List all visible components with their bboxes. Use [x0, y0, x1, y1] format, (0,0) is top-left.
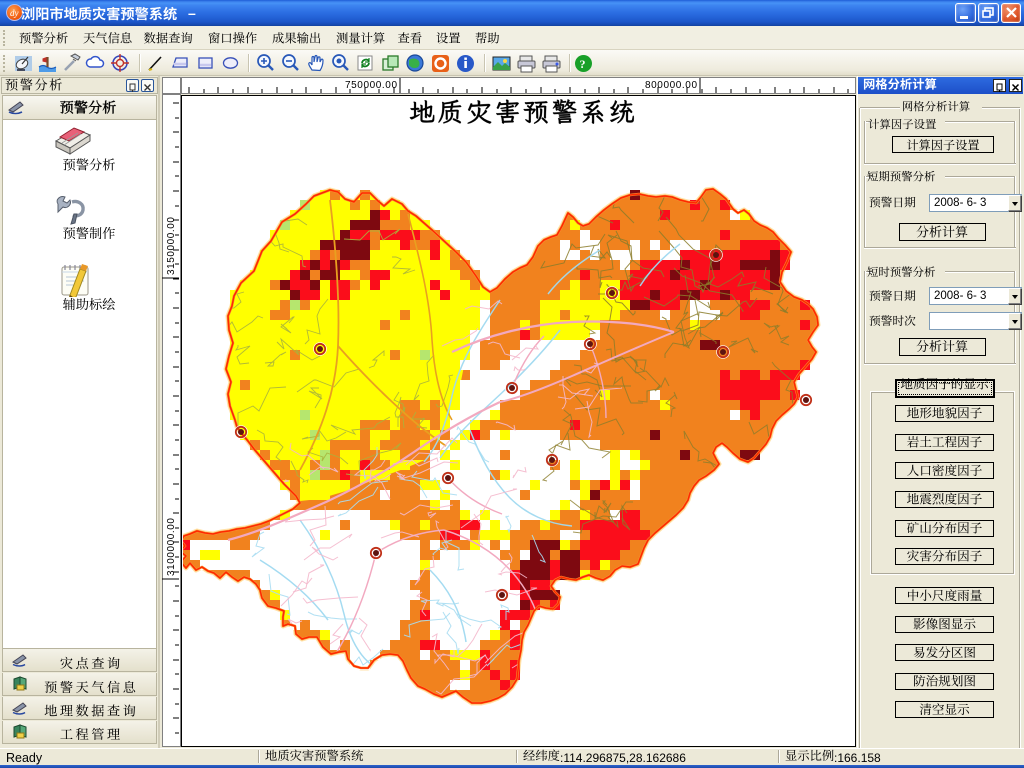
svg-text:?: ? [580, 57, 586, 71]
svg-text:3150000.00: 3150000.00 [166, 217, 177, 275]
svg-text:800000.00: 800000.00 [645, 80, 697, 91]
svg-text:750000.00: 750000.00 [345, 80, 397, 91]
svg-text:3100000.00: 3100000.00 [166, 518, 177, 576]
svg-text:dy: dy [10, 8, 19, 18]
